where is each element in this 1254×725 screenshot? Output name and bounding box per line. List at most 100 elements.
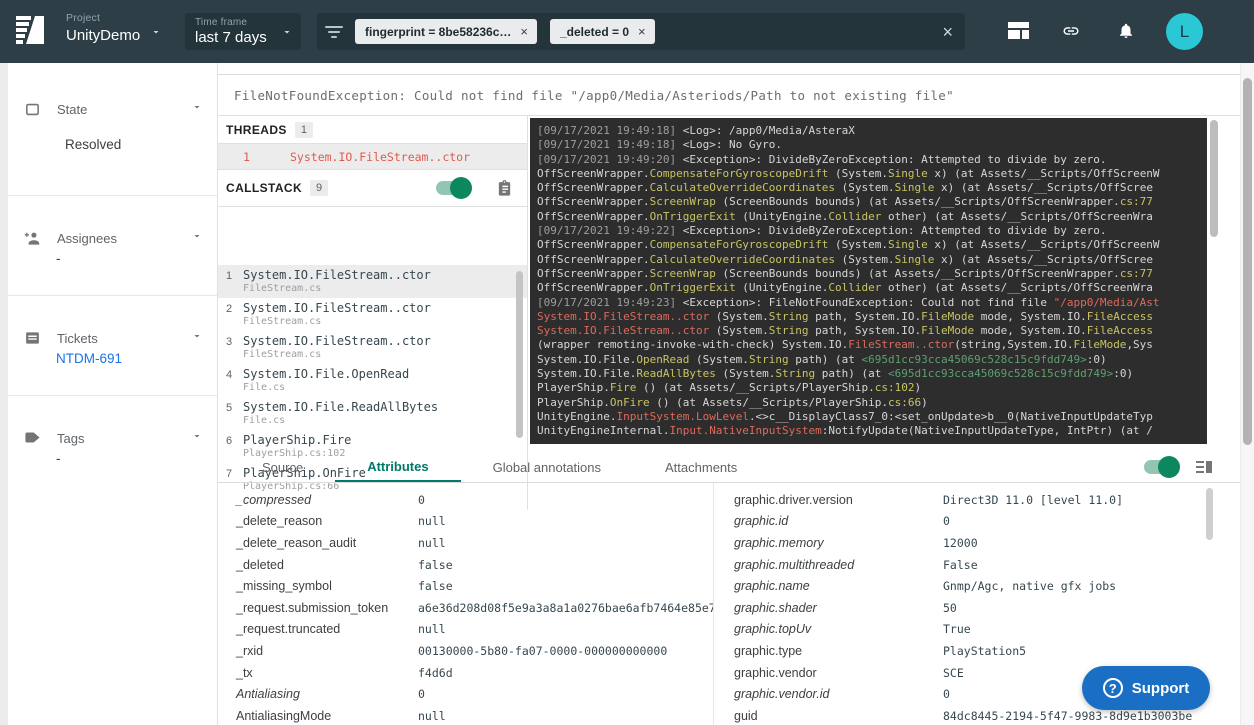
log-line: OffScreenWrapper.CalculateOverrideCoordi… [537,253,1207,267]
attribute-row[interactable]: graphic.topUvTrue [714,619,1224,641]
sidebar-section-value: Resolved [65,137,121,152]
attribute-row[interactable]: graphic.shader50 [714,597,1224,619]
frame-number: 3 [226,336,232,348]
tab-bar: Source AttributesGlobal annotationsAttach… [218,452,1240,483]
log-line: OffScreenWrapper.CalculateOverrideCoordi… [537,181,1207,195]
attribute-row[interactable]: _delete_reason_auditnull [218,532,713,554]
log-line: System.IO.File.OpenRead (System.String p… [537,353,1207,367]
callstack-scrollbar[interactable] [516,271,523,438]
attribute-row[interactable]: graphic.typePlayStation5 [714,640,1224,662]
chip-close-icon[interactable]: × [638,25,646,38]
tab-attachments[interactable]: Attachments [633,452,769,482]
attribute-value: 12000 [943,536,1224,550]
clear-filters-icon[interactable]: × [942,23,953,41]
chip-close-icon[interactable]: × [520,25,528,38]
list-view-icon[interactable] [1196,460,1212,480]
project-selector[interactable]: Project UnityDemo [66,12,140,44]
frame-number: 4 [226,369,232,381]
attribute-value: Direct3D 11.0 [level 11.0] [943,493,1224,507]
page-scrollbar-track[interactable] [1240,63,1254,725]
attribute-key: Antialiasing [236,687,418,701]
threads-callstack-panel: THREADS 1 1System.IO.FileStream..ctor CA… [218,116,528,510]
tab-label: Source [262,460,303,475]
attribute-row[interactable]: graphic.driver.versionDirect3D 11.0 [lev… [714,489,1224,511]
dashboard-icon[interactable] [1008,22,1029,39]
sidebar-section-tags: Tags - [8,395,217,725]
attribute-row[interactable]: _delete_reasonnull [218,511,713,533]
filter-chip[interactable]: fingerprint = 8be58236c…× [355,19,537,44]
attributes-scrollbar[interactable] [1206,488,1213,540]
chevron-down-icon[interactable] [191,229,203,247]
attribute-row[interactable]: AntialiasingModenull [218,705,713,725]
attributes-toggle[interactable] [1144,460,1178,474]
filter-chip[interactable]: _deleted = 0× [550,19,655,44]
attribute-row[interactable]: Antialiasing0 [218,683,713,705]
filter-bar[interactable]: fingerprint = 8be58236c…× _deleted = 0× × [317,13,965,50]
frame-number: 5 [226,402,232,414]
link-icon[interactable] [1060,22,1082,40]
callstack-frame[interactable]: 5System.IO.File.ReadAllBytesFile.cs [218,397,527,430]
sidebar-section-header[interactable]: Tags [24,429,203,447]
attribute-row[interactable]: graphic.id0 [714,511,1224,533]
copy-callstack-icon[interactable] [496,179,513,198]
user-avatar[interactable]: L [1166,13,1203,50]
attribute-row[interactable]: graphic.memory12000 [714,532,1224,554]
callstack-frame[interactable]: 1System.IO.FileStream..ctorFileStream.cs [218,265,527,298]
attribute-row[interactable]: _request.submission_tokena6e36d208d08f5e… [218,597,713,619]
attribute-key: graphic.id [734,514,943,528]
attribute-row[interactable]: graphic.nameGnmp/Agc, native gfx jobs [714,575,1224,597]
callstack-frame[interactable]: 4System.IO.File.OpenReadFile.cs [218,364,527,397]
tab-attributes[interactable]: Attributes [335,452,460,482]
sidebar-section-header[interactable]: Tickets [24,329,203,347]
thread-number: 1 [243,150,290,164]
backtrace-logo-icon[interactable] [16,15,46,47]
thread-row[interactable]: 1System.IO.FileStream..ctor [218,144,527,170]
notifications-bell-icon[interactable] [1117,20,1135,41]
person-add-icon [24,230,41,247]
chevron-down-icon[interactable] [191,329,203,347]
attribute-key: _compressed [236,493,418,507]
chevron-down-icon[interactable] [150,26,162,38]
sidebar-section-header[interactable]: Assignees [24,229,203,247]
attribute-value: 0 [943,514,1224,528]
attribute-key: _missing_symbol [236,579,418,593]
tab-source[interactable]: Source [230,452,335,482]
page-scrollbar-thumb[interactable] [1243,78,1252,445]
attribute-row[interactable]: _missing_symbolfalse [218,575,713,597]
attribute-row[interactable]: _deletedfalse [218,554,713,576]
attribute-row[interactable]: _request.truncatednull [218,619,713,641]
attribute-row[interactable]: graphic.multithreadedFalse [714,554,1224,576]
attribute-row[interactable]: _compressed0 [218,489,713,511]
frame-file: FileStream.cs [243,283,527,294]
attribute-value: 0 [418,493,713,507]
sidebar-section-state: State Resolved [8,63,217,195]
callstack-toggle[interactable] [436,181,470,195]
log-console[interactable]: [09/17/2021 19:49:18] <Log>: /app0/Media… [530,118,1207,444]
chevron-down-icon[interactable] [281,26,293,38]
attribute-row[interactable]: _txf4d6d [218,662,713,684]
sidebar-section-tickets: Tickets NTDM-691 [8,295,217,395]
sidebar-section-value: - [56,451,61,466]
sidebar-section-assignees: Assignees- [8,195,217,295]
attribute-key: _request.submission_token [236,601,418,615]
state-icon [24,101,41,118]
tab-global-annotations[interactable]: Global annotations [461,452,633,482]
sidebar-section-value[interactable]: NTDM-691 [56,351,122,366]
chevron-down-icon[interactable] [191,100,203,118]
log-console-scrollbar[interactable] [1210,120,1218,237]
timeframe-selector[interactable]: Time frame last 7 days [185,13,301,50]
callstack-frame[interactable]: 2System.IO.FileStream..ctorFileStream.cs [218,298,527,331]
sidebar-section-header[interactable]: State [24,100,203,118]
attribute-value: false [418,579,713,593]
support-button[interactable]: ? Support [1082,666,1210,710]
chevron-down-icon[interactable] [191,429,203,447]
attribute-key: graphic.vendor.id [734,687,943,701]
attribute-value: f4d6d [418,666,713,680]
attribute-value: PlayStation5 [943,644,1224,658]
attribute-value: null [418,709,713,723]
attribute-value: null [418,622,713,636]
sidebar-section-label: Assignees [57,231,191,246]
attribute-row[interactable]: _rxid00130000-5b80-fa07-0000-00000000000… [218,640,713,662]
callstack-frame[interactable]: 3System.IO.FileStream..ctorFileStream.cs [218,331,527,364]
attribute-key: _rxid [236,644,418,658]
